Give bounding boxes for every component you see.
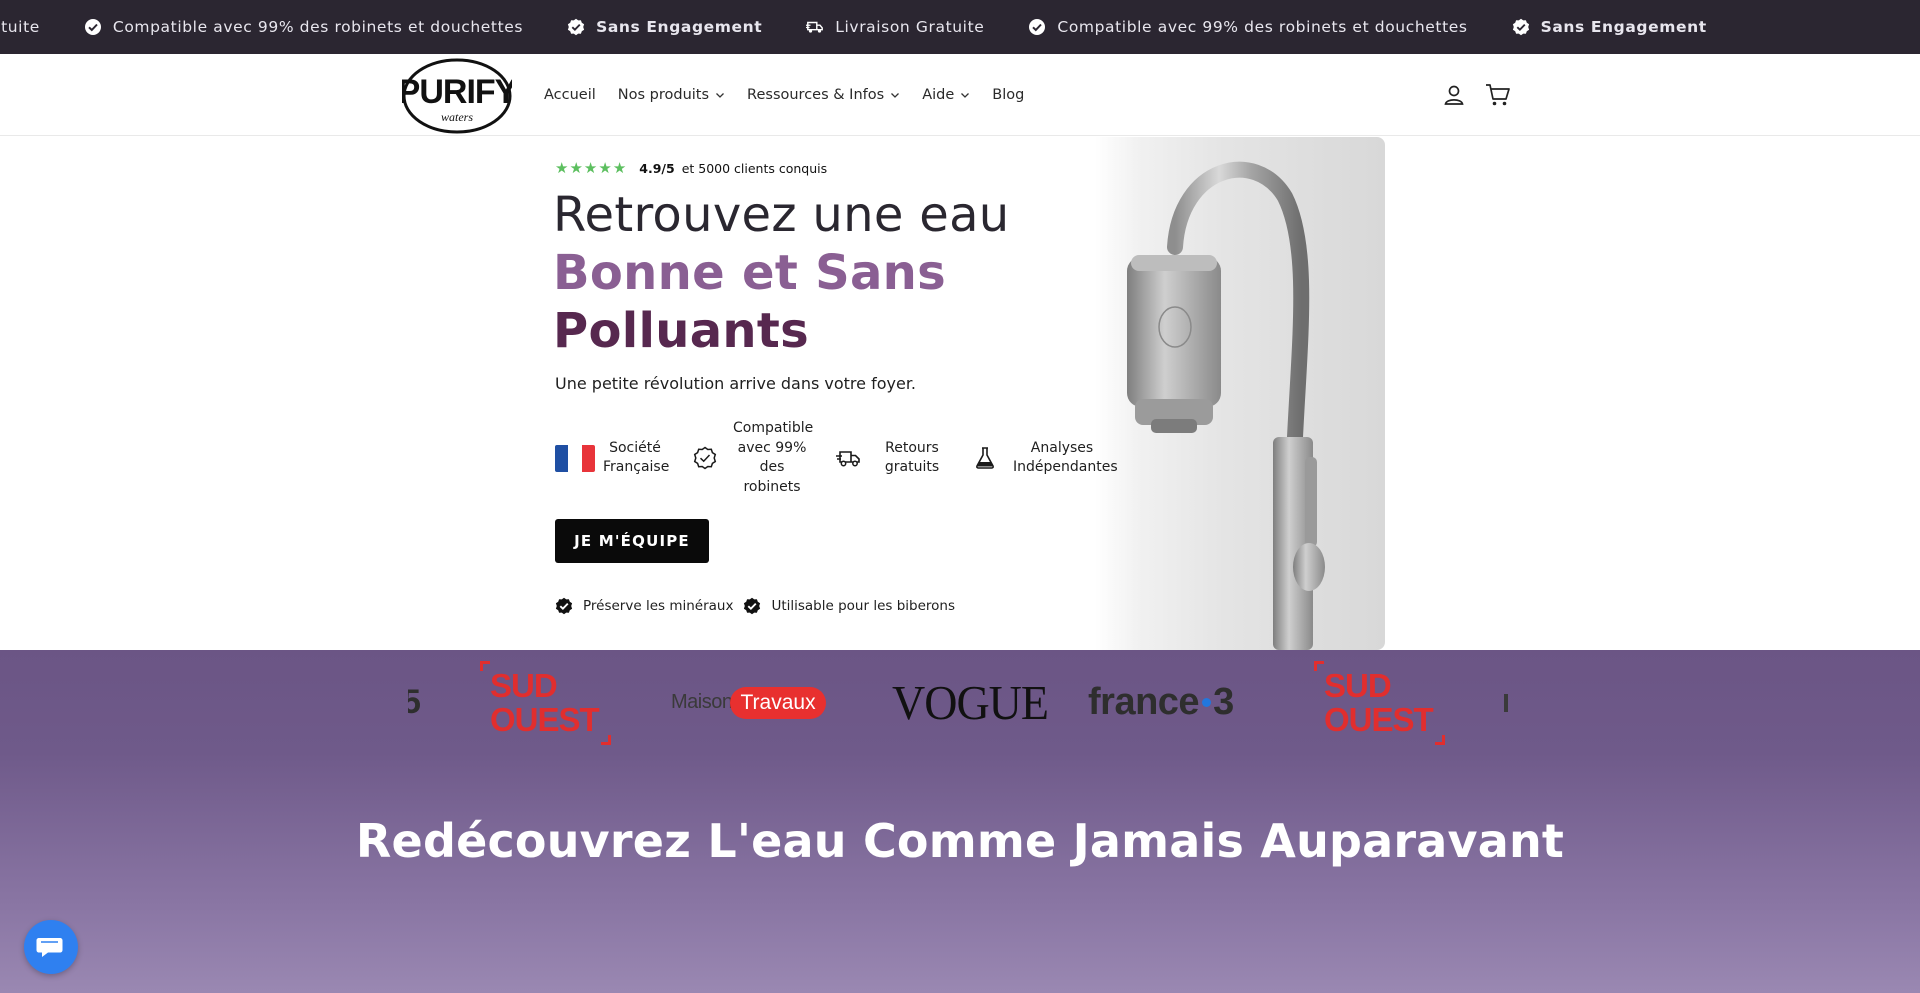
cart-icon[interactable]	[1484, 81, 1512, 109]
main-nav: Accueil Nos produits Ressources & Infos …	[544, 54, 1046, 136]
hero-subtitle: Une petite révolution arrive dans votre …	[555, 374, 917, 393]
header-icons	[1440, 54, 1528, 136]
check-badge-outline-icon	[685, 442, 725, 474]
feature-text: Compatible avec 99% des robinets	[733, 420, 814, 495]
announcement-item: Compatible avec 99% des robinets et douc…	[84, 18, 523, 36]
logo-text: PURIFY	[402, 73, 512, 111]
announcement-track: ratuite Compatible avec 99% des robinets…	[0, 0, 1751, 54]
announcement-bar: ratuite Compatible avec 99% des robinets…	[0, 0, 1920, 54]
star-icon: ★	[569, 159, 583, 177]
press-logo-partial	[1504, 650, 1508, 755]
nav-item-blog[interactable]: Blog	[992, 87, 1024, 103]
sud-ouest-line2: OUEST	[1324, 700, 1434, 738]
perk-list: Préserve les minéraux Utilisable pour le…	[555, 597, 965, 615]
check-badge-icon	[743, 597, 761, 615]
star-icon: ★	[583, 159, 598, 177]
chevron-down-icon	[960, 90, 970, 100]
star-icon: ★	[598, 159, 612, 177]
nav-item-aide[interactable]: Aide	[922, 87, 970, 103]
sud-ouest-logo: SUD OUEST	[1314, 650, 1445, 755]
rating-stars: ★ ★ ★ ★ ★	[555, 159, 627, 177]
section-title: Redécouvrez L'eau Comme Jamais Auparavan…	[355, 814, 1565, 868]
maison-travaux-logo: Maison Travaux	[671, 650, 826, 755]
perk-text: Utilisable pour les biberons	[771, 598, 956, 614]
nav-label: Aide	[922, 87, 955, 103]
check-badge-icon	[555, 597, 573, 615]
feature-text: Société Française	[603, 439, 670, 476]
logo-subtext: waters	[441, 110, 473, 124]
account-icon[interactable]	[1440, 81, 1468, 109]
perk-item: Préserve les minéraux	[555, 597, 733, 615]
hero-headline-line3: Polluants	[553, 303, 810, 359]
check-badge-icon	[567, 18, 585, 36]
announcement-text: Sans Engagement	[596, 18, 763, 36]
chevron-down-icon	[715, 90, 725, 100]
announcement-text: Sans Engagement	[1540, 18, 1707, 36]
feature-item: Analyses Indépendantes	[965, 439, 1118, 478]
nav-item-nos-produits[interactable]: Nos produits	[618, 87, 725, 103]
rating-row: ★ ★ ★ ★ ★ 4.9/5 et 5000 clients conquis	[555, 159, 827, 177]
france-3-dot	[1202, 698, 1212, 707]
nav-item-ressources-infos[interactable]: Ressources & Infos	[747, 87, 900, 103]
nav-label: Accueil	[544, 87, 596, 103]
chat-button[interactable]	[24, 920, 78, 974]
france-3-part1: france	[1088, 681, 1200, 723]
announcement-text: Compatible avec 99% des robinets et douc…	[1057, 18, 1468, 36]
rating-text: et 5000 clients conquis	[681, 160, 828, 176]
announcement-item: Sans Engagement	[567, 18, 762, 36]
announcement-text: Livraison Gratuite	[835, 18, 985, 36]
announcement-item: Compatible avec 99% des robinets et douc…	[1028, 18, 1467, 36]
vogue-logo: VOGUE	[892, 650, 1049, 755]
feature-item: Société Française	[555, 439, 670, 478]
hero-headline-line1: Retrouvez une eau	[553, 187, 1010, 243]
feature-list: Société Française Compatible avec 99% de…	[555, 419, 1129, 497]
france-3-part2: 3	[1213, 681, 1234, 723]
star-icon: ★	[612, 159, 627, 177]
nav-item-accueil[interactable]: Accueil	[544, 87, 596, 103]
je-mequipe-button[interactable]: JE M'ÉQUIPE	[555, 519, 709, 563]
check-circle-icon	[84, 18, 102, 36]
nav-label: Nos produits	[617, 87, 710, 103]
hero-headline-line2: Bonne et Sans	[553, 245, 946, 301]
purify-waters-logo[interactable]: PURIFY waters	[398, 58, 519, 134]
hero-section: ★ ★ ★ ★ ★ 4.9/5 et 5000 clients conquis …	[0, 137, 1920, 650]
france-3-logo: france 3	[1088, 650, 1234, 755]
feature-item: Compatible avec 99% des robinets	[685, 419, 814, 497]
sud-ouest-line1: SUD	[490, 666, 558, 704]
vogue-text: VOGUE	[892, 675, 1049, 730]
delivery-truck-icon	[829, 442, 869, 474]
chevron-down-icon	[890, 90, 900, 100]
announcement-text: ratuite	[0, 18, 40, 36]
maison-travaux-part1: Maison	[671, 691, 733, 713]
site-header: PURIFY waters Accueil Nos produits Resso…	[0, 54, 1920, 136]
sud-ouest-line2: OUEST	[490, 700, 600, 738]
nav-label: Blog	[992, 87, 1025, 103]
press-section: 5 SUD OUEST Maison Travaux VOGUE france …	[0, 650, 1920, 993]
perk-text: Préserve les minéraux	[583, 598, 734, 614]
rating-score: 4.9/5	[639, 160, 675, 176]
feature-text: Retours gratuits	[884, 439, 940, 476]
maison-travaux-part2: Travaux	[730, 686, 826, 719]
french-flag-icon	[555, 442, 595, 474]
announcement-text: Compatible avec 99% des robinets et douc…	[112, 18, 524, 36]
check-badge-icon	[1512, 18, 1530, 36]
chat-bubble-icon	[36, 934, 66, 960]
announcement-item: Sans Engagement	[1512, 18, 1707, 36]
nav-label: Ressources & Infos	[747, 87, 885, 103]
sud-ouest-logo: SUD OUEST	[480, 650, 611, 755]
perk-item: Utilisable pour les biberons	[743, 597, 955, 615]
announcement-item: Livraison Gratuite	[806, 18, 984, 36]
sud-ouest-line1: SUD	[1324, 666, 1392, 704]
press-logo-carousel: 5 SUD OUEST Maison Travaux VOGUE france …	[408, 650, 1512, 755]
star-icon: ★	[555, 159, 569, 177]
faucet-filter-image	[1095, 137, 1385, 650]
feature-text: Analyses Indépendantes	[1013, 439, 1118, 476]
check-circle-icon	[1028, 18, 1046, 36]
feature-item: Retours gratuits	[829, 439, 947, 478]
delivery-truck-icon	[806, 18, 824, 36]
announcement-item: ratuite	[0, 18, 40, 36]
lab-flask-icon	[965, 442, 1005, 474]
press-logo-partial: 5	[408, 683, 421, 721]
